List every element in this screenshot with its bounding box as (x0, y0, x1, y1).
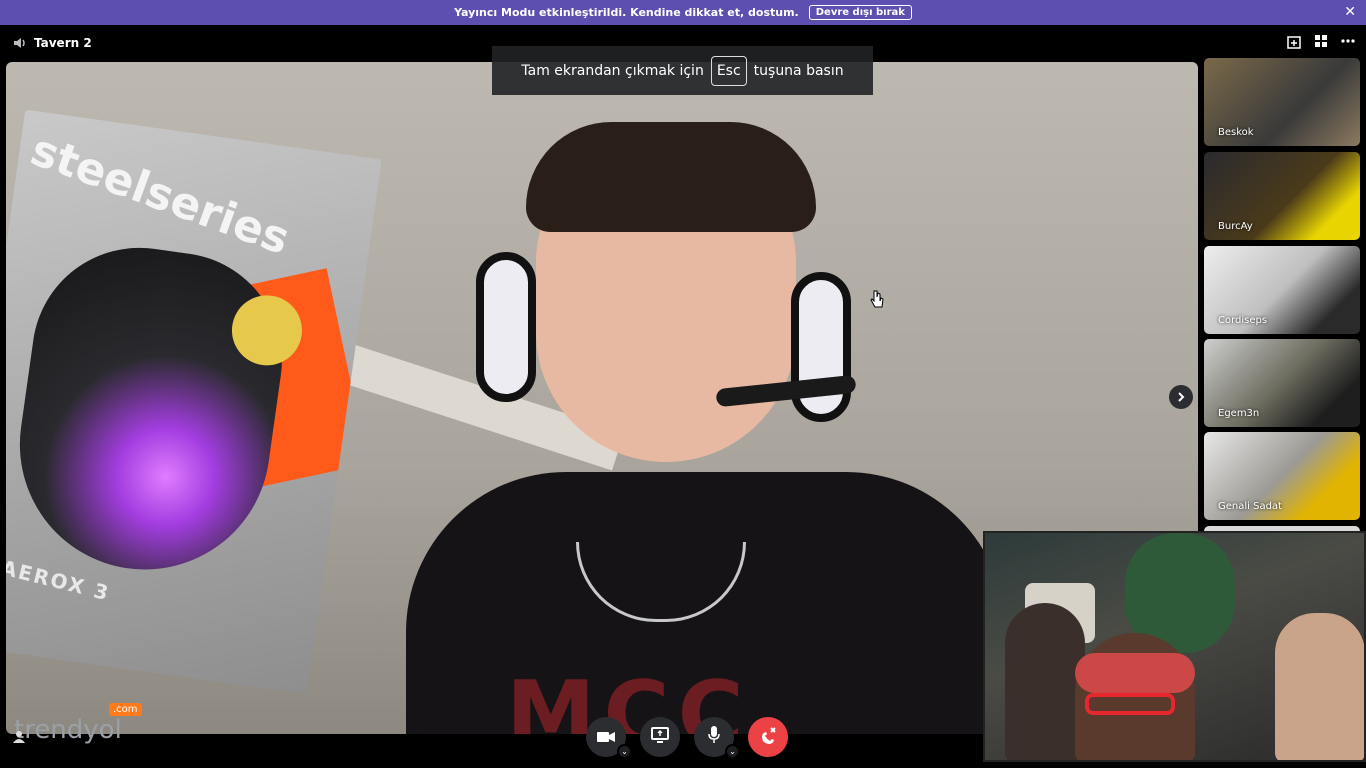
participant-name: Egem3n (1218, 408, 1260, 419)
headset-icon (476, 252, 536, 402)
chevron-down-icon[interactable]: ⌄ (617, 744, 632, 759)
streamer-mode-banner: Yayıncı Modu etkinleştirildi. Kendine di… (0, 0, 1366, 25)
participant-tile[interactable]: Genali Sadat (1204, 432, 1360, 520)
participant-tile[interactable]: Cordiseps (1204, 246, 1360, 334)
grid-icon[interactable] (1314, 34, 1328, 54)
speaker-icon (12, 35, 28, 51)
red-glasses (1085, 693, 1175, 715)
mouse-image (6, 233, 296, 586)
product-box: steelseries AEROX 3 (6, 109, 382, 695)
participant-name: Genali Sadat (1218, 501, 1282, 512)
pointer-cursor-icon (870, 290, 884, 312)
screen-share-button[interactable] (640, 717, 680, 757)
participant-name: BurcAy (1218, 221, 1253, 232)
channel-name: Tavern 2 (34, 36, 92, 50)
microphone-button[interactable]: ⌄ (694, 717, 740, 759)
self-video-preview[interactable] (983, 531, 1366, 762)
chevron-down-icon[interactable]: ⌄ (725, 744, 740, 759)
add-activity-icon[interactable] (1286, 34, 1302, 54)
participant-tile[interactable]: BurcAy (1204, 152, 1360, 240)
hangup-icon (759, 726, 777, 748)
camera-button[interactable]: ⌄ (586, 717, 632, 759)
disable-streamer-mode-button[interactable]: Devre dışı bırak (808, 5, 912, 20)
participant-tile[interactable]: Beskok (1204, 58, 1360, 146)
person-icon (12, 730, 26, 747)
reindeer-headband (1075, 653, 1195, 693)
streamer-mode-message: Yayıncı Modu etkinleştirildi. Kendine di… (454, 6, 799, 19)
fullscreen-exit-hint: Tam ekrandan çıkmak için Esc tuşuna bası… (492, 46, 873, 95)
box-brand-text: steelseries (24, 124, 297, 265)
call-controls: ⌄ ⌄ (586, 717, 788, 759)
chevron-right-icon[interactable] (1169, 385, 1193, 409)
esc-key: Esc (710, 55, 747, 86)
disconnect-button[interactable] (748, 717, 788, 757)
participant-name: Cordiseps (1218, 315, 1268, 326)
participant-tile[interactable]: Egem3n (1204, 339, 1360, 427)
box-product-text: AEROX 3 (6, 555, 113, 606)
streamer-figure: MCC (366, 102, 1006, 734)
screen-share-icon (651, 727, 669, 747)
participant-name: Beskok (1218, 127, 1254, 138)
camera-icon (597, 728, 615, 747)
sidebar-toolbar (1286, 34, 1356, 54)
participant-sidebar: Beskok BurcAy Cordiseps Egem3n Genali Sa… (1200, 28, 1366, 556)
close-icon[interactable]: ✕ (1344, 4, 1356, 20)
trendyol-watermark: trendyol .com (14, 703, 142, 745)
microphone-icon (708, 726, 720, 748)
more-icon[interactable] (1340, 34, 1356, 54)
